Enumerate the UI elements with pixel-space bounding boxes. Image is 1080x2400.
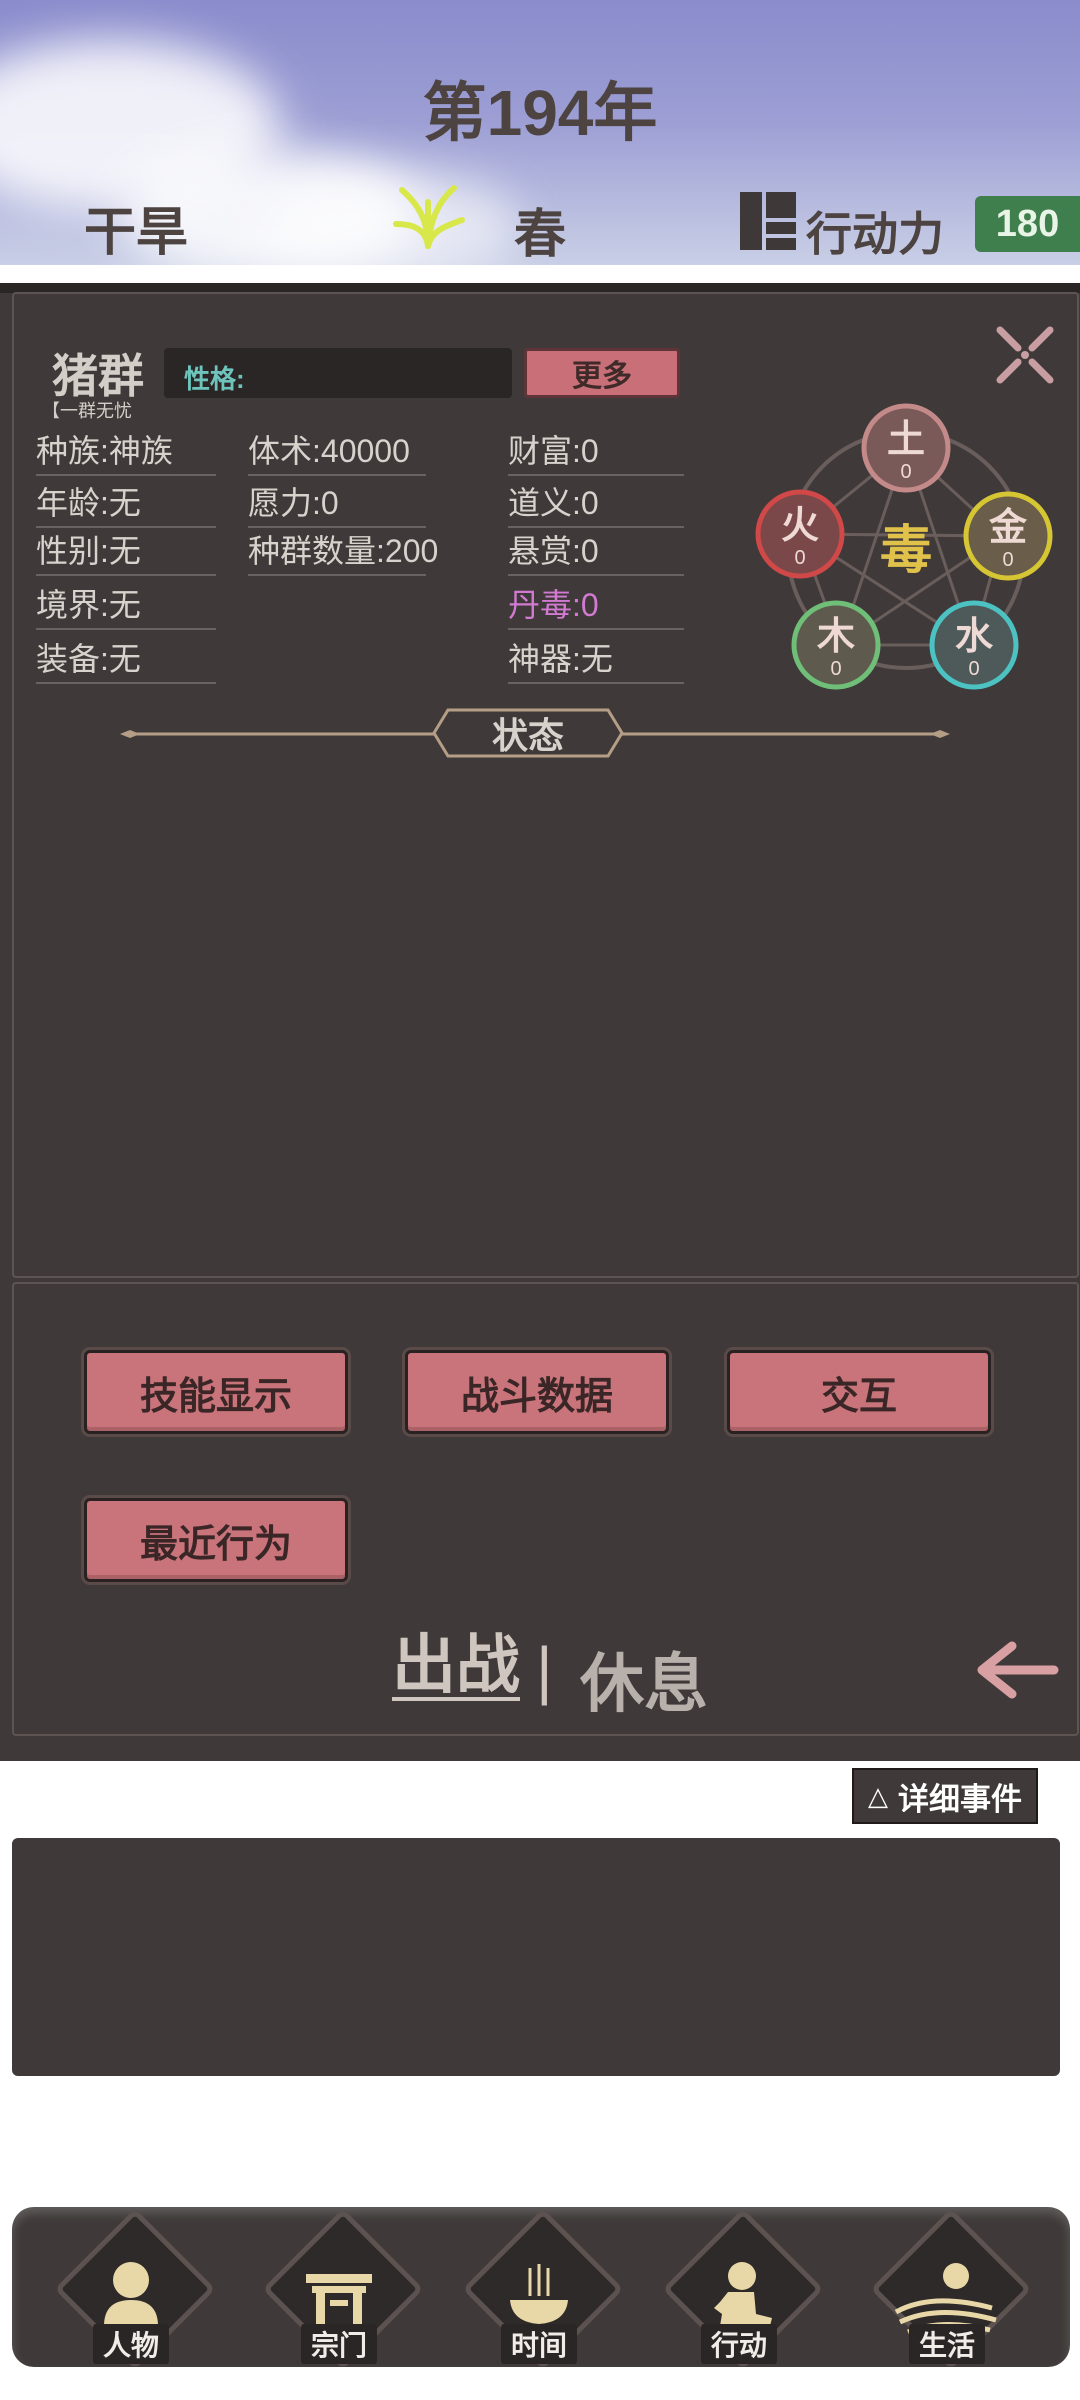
metal-value: 0 — [1002, 549, 1013, 571]
nav-time[interactable]: 时间 — [462, 2208, 624, 2372]
stat-artifact: 神器:无 — [508, 636, 684, 684]
nav-label: 时间 — [501, 2324, 577, 2364]
stat-physique: 体术:40000 — [248, 428, 426, 476]
earth-node[interactable]: 土 0 — [861, 403, 951, 493]
interact-button[interactable]: 交互 — [727, 1350, 991, 1434]
toggle-separator: | — [536, 1634, 553, 1706]
five-elements-diagram: 土 0 火 0 金 0 木 0 水 0 毒 — [755, 403, 1053, 690]
stat-age: 年龄:无 — [36, 480, 216, 528]
close-icon[interactable] — [990, 320, 1060, 390]
rest-toggle[interactable]: 休息 — [580, 1633, 708, 1725]
personality-label: 性格: — [184, 364, 245, 394]
nav-life[interactable]: 生活 — [870, 2208, 1032, 2372]
wood-node[interactable]: 木 0 — [791, 600, 881, 690]
status-section-title: 状态 — [491, 715, 564, 756]
stat-gender: 性别:无 — [36, 528, 216, 576]
earth-value: 0 — [900, 461, 911, 483]
nav-label: 宗门 — [301, 2324, 377, 2364]
recent-actions-button[interactable]: 最近行为 — [84, 1498, 348, 1582]
stat-pill-poison: 丹毒:0 — [508, 582, 684, 630]
action-power-icon — [740, 192, 796, 250]
more-button[interactable]: 更多 — [524, 348, 680, 398]
season-label: 春 — [514, 206, 567, 264]
action-power-value: 180 — [975, 196, 1080, 252]
stat-population: 种群数量:200 — [248, 528, 438, 576]
fire-node[interactable]: 火 0 — [755, 489, 845, 579]
stat-realm: 境界:无 — [36, 582, 216, 630]
plant-icon — [393, 185, 465, 249]
triangle-icon: △ — [868, 1780, 888, 1811]
event-log — [12, 1838, 1060, 2076]
detail-events-label: 详细事件 — [898, 1781, 1022, 1817]
nav-label: 人物 — [93, 2324, 169, 2364]
nav-action[interactable]: 行动 — [662, 2208, 824, 2372]
stat-race: 种族:神族 — [36, 428, 216, 476]
top-header: 第194年 干旱 春 行动力 180 — [0, 0, 1080, 265]
stat-bounty: 悬赏:0 — [508, 528, 684, 576]
action-power-label: 行动力 — [806, 208, 944, 260]
water-node[interactable]: 水 0 — [929, 600, 1019, 690]
weather-label: 干旱 — [84, 204, 189, 262]
detail-events-button[interactable]: △ 详细事件 — [852, 1768, 1038, 1824]
wood-label: 木 — [817, 616, 855, 658]
stat-willpower: 愿力:0 — [248, 480, 426, 528]
battle-data-button[interactable]: 战斗数据 — [405, 1350, 669, 1434]
earth-label: 土 — [887, 419, 925, 461]
stat-wealth: 财富:0 — [508, 428, 684, 476]
deploy-toggle[interactable]: 出战 — [392, 1633, 520, 1701]
nav-label: 生活 — [909, 2324, 985, 2364]
water-value: 0 — [968, 658, 979, 680]
metal-node[interactable]: 金 0 — [963, 491, 1053, 581]
wood-value: 0 — [830, 658, 841, 680]
metal-label: 金 — [988, 506, 1028, 549]
skills-display-button[interactable]: 技能显示 — [84, 1350, 348, 1434]
nav-character[interactable]: 人物 — [54, 2208, 216, 2372]
water-label: 水 — [955, 616, 994, 658]
fire-value: 0 — [794, 547, 805, 569]
stat-equipment: 装备:无 — [36, 636, 216, 684]
year-title: 第194年 — [422, 77, 658, 149]
character-tagline: 【一群无忧 — [42, 401, 132, 421]
stat-morality: 道义:0 — [508, 480, 684, 528]
fire-label: 火 — [781, 505, 819, 547]
back-arrow-icon[interactable] — [974, 1640, 1060, 1700]
nav-sect[interactable]: 宗门 — [262, 2208, 424, 2372]
poison-center-label: 毒 — [880, 522, 932, 580]
nav-label: 行动 — [701, 2324, 777, 2364]
